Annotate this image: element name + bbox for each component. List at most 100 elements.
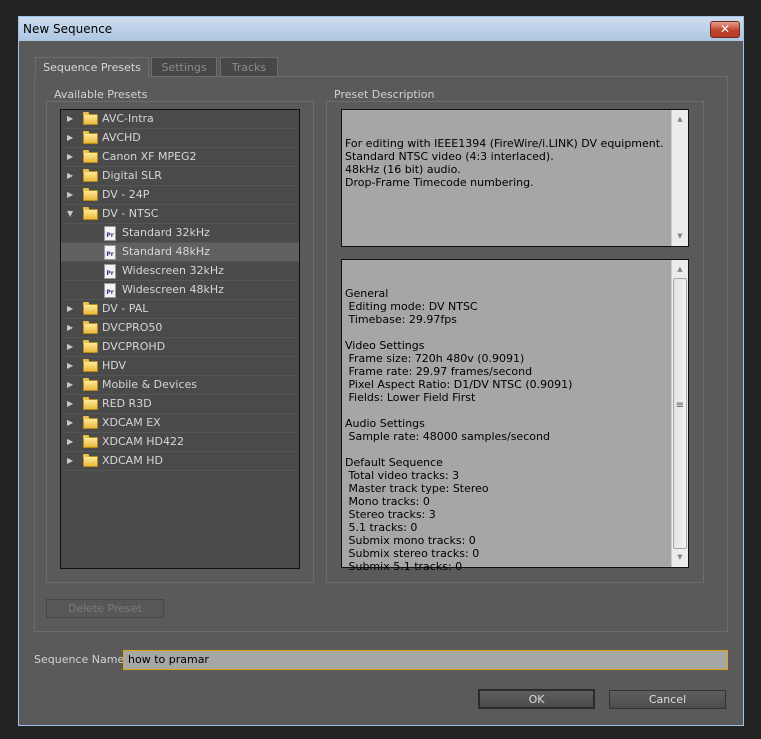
chevron-right-icon[interactable]: ▶ xyxy=(67,300,73,318)
description-text: For editing with IEEE1394 (FireWire/i.LI… xyxy=(345,137,664,189)
preset-label: Widescreen 32kHz xyxy=(122,264,224,277)
tab-label: Sequence Presets xyxy=(43,61,141,74)
chevron-right-icon[interactable]: ▶ xyxy=(67,414,73,432)
preset-folder[interactable]: ▶ DVCPROHD xyxy=(61,338,299,357)
premiere-preset-icon: Pr xyxy=(104,245,116,260)
preset-item[interactable]: Pr Standard 32kHz xyxy=(61,224,299,243)
chevron-down-icon[interactable]: ▼ xyxy=(67,205,73,223)
preset-folder[interactable]: ▶ XDCAM HD422 xyxy=(61,433,299,452)
folder-icon xyxy=(83,112,98,125)
tab-settings[interactable]: Settings xyxy=(151,57,217,77)
folder-icon xyxy=(83,397,98,410)
close-icon: ✕ xyxy=(719,22,731,36)
preset-label: Widescreen 48kHz xyxy=(122,283,224,296)
folder-icon xyxy=(83,150,98,163)
tab-tracks[interactable]: Tracks xyxy=(220,57,278,77)
preset-label: XDCAM EX xyxy=(102,416,161,429)
preset-folder[interactable]: ▶ AVC-Intra xyxy=(61,110,299,129)
folder-icon xyxy=(83,416,98,429)
preset-label: DV - PAL xyxy=(102,302,149,315)
preset-item[interactable]: Pr Widescreen 48kHz xyxy=(61,281,299,300)
scroll-up-icon[interactable]: ▲ xyxy=(672,113,688,126)
preset-folder[interactable]: ▼ DV - NTSC xyxy=(61,205,299,224)
presets-tree[interactable]: ▶ AVC-Intra ▶ AVCHD ▶ Canon XF MPEG2 ▶ Digital … xyxy=(60,109,300,569)
window-title: New Sequence xyxy=(23,22,113,36)
preset-label: Standard 32kHz xyxy=(122,226,210,239)
preset-label: DV - NTSC xyxy=(102,207,159,220)
chevron-right-icon[interactable]: ▶ xyxy=(67,110,73,128)
preset-label: DVCPRO50 xyxy=(102,321,163,334)
description-scrollbar[interactable]: ▲ ▼ xyxy=(671,110,688,246)
preset-label: DVCPROHD xyxy=(102,340,166,353)
sequence-name-input[interactable]: how to pramar xyxy=(123,650,728,670)
premiere-preset-icon: Pr xyxy=(104,283,116,298)
preset-folder[interactable]: ▶ DVCPRO50 xyxy=(61,319,299,338)
preset-label: Digital SLR xyxy=(102,169,162,182)
preset-description-label: Preset Description xyxy=(329,88,440,101)
premiere-preset-icon: Pr xyxy=(104,226,116,241)
folder-icon xyxy=(83,359,98,372)
preset-label: HDV xyxy=(102,359,127,372)
settings-summary-box[interactable]: General Editing mode: DV NTSC Timebase: … xyxy=(341,259,689,573)
ok-button[interactable]: OK xyxy=(478,689,595,709)
chevron-right-icon[interactable]: ▶ xyxy=(67,452,73,470)
preset-folder[interactable]: ▶ Mobile & Devices xyxy=(61,376,299,395)
scroll-up-icon[interactable]: ▲ xyxy=(672,263,688,276)
chevron-right-icon[interactable]: ▶ xyxy=(67,129,73,147)
settings-scrollbar[interactable]: ▲ ≡ ▼ xyxy=(671,260,688,567)
title-bar: New Sequence xyxy=(19,17,743,41)
preset-label: Standard 48kHz xyxy=(122,245,210,258)
chevron-right-icon[interactable]: ▶ xyxy=(67,357,73,375)
folder-icon xyxy=(83,169,98,182)
close-button[interactable]: ✕ xyxy=(710,21,740,38)
preset-folder[interactable]: ▶ DV - 24P xyxy=(61,186,299,205)
chevron-right-icon[interactable]: ▶ xyxy=(67,186,73,204)
description-box[interactable]: For editing with IEEE1394 (FireWire/i.LI… xyxy=(341,109,689,247)
folder-icon xyxy=(83,302,98,315)
preset-label: XDCAM HD422 xyxy=(102,435,184,448)
cancel-button[interactable]: Cancel xyxy=(609,690,726,709)
new-sequence-dialog: New Sequence ✕ Sequence Presets Settings… xyxy=(18,16,744,726)
chevron-right-icon[interactable]: ▶ xyxy=(67,376,73,394)
preset-label: RED R3D xyxy=(102,397,152,410)
preset-folder[interactable]: ▶ RED R3D xyxy=(61,395,299,414)
chevron-right-icon[interactable]: ▶ xyxy=(67,395,73,413)
preset-folder[interactable]: ▶ HDV xyxy=(61,357,299,376)
settings-summary-text: General Editing mode: DV NTSC Timebase: … xyxy=(345,287,573,573)
folder-icon xyxy=(83,378,98,391)
folder-icon xyxy=(83,188,98,201)
scroll-thumb[interactable]: ≡ xyxy=(673,278,687,549)
preset-label: XDCAM HD xyxy=(102,454,163,467)
chevron-right-icon[interactable]: ▶ xyxy=(67,433,73,451)
folder-icon xyxy=(83,131,98,144)
preset-folder[interactable]: ▶ Digital SLR xyxy=(61,167,299,186)
chevron-right-icon[interactable]: ▶ xyxy=(67,319,73,337)
sequence-name-label: Sequence Name: xyxy=(34,653,128,666)
tab-label: Settings xyxy=(161,61,207,74)
preset-label: Canon XF MPEG2 xyxy=(102,150,197,163)
delete-preset-button[interactable]: Delete Preset xyxy=(46,599,164,618)
preset-label: DV - 24P xyxy=(102,188,150,201)
scroll-down-icon[interactable]: ▼ xyxy=(672,551,688,564)
grip-icon: ≡ xyxy=(675,400,685,411)
preset-folder[interactable]: ▶ DV - PAL xyxy=(61,300,299,319)
folder-icon xyxy=(83,435,98,448)
folder-icon xyxy=(83,454,98,467)
preset-folder[interactable]: ▶ Canon XF MPEG2 xyxy=(61,148,299,167)
preset-folder[interactable]: ▶ XDCAM EX xyxy=(61,414,299,433)
folder-icon xyxy=(83,207,98,220)
preset-label: AVCHD xyxy=(102,131,141,144)
premiere-preset-icon: Pr xyxy=(104,264,116,279)
chevron-right-icon[interactable]: ▶ xyxy=(67,148,73,166)
chevron-right-icon[interactable]: ▶ xyxy=(67,167,73,185)
tab-label: Tracks xyxy=(231,61,267,74)
preset-label: Mobile & Devices xyxy=(102,378,198,391)
preset-item[interactable]: Pr Standard 48kHz xyxy=(61,243,299,262)
preset-label: AVC-Intra xyxy=(102,112,154,125)
preset-folder[interactable]: ▶ XDCAM HD xyxy=(61,452,299,471)
preset-folder[interactable]: ▶ AVCHD xyxy=(61,129,299,148)
scroll-down-icon[interactable]: ▼ xyxy=(672,230,688,243)
chevron-right-icon[interactable]: ▶ xyxy=(67,338,73,356)
tab-sequence-presets[interactable]: Sequence Presets xyxy=(35,57,149,78)
preset-item[interactable]: Pr Widescreen 32kHz xyxy=(61,262,299,281)
